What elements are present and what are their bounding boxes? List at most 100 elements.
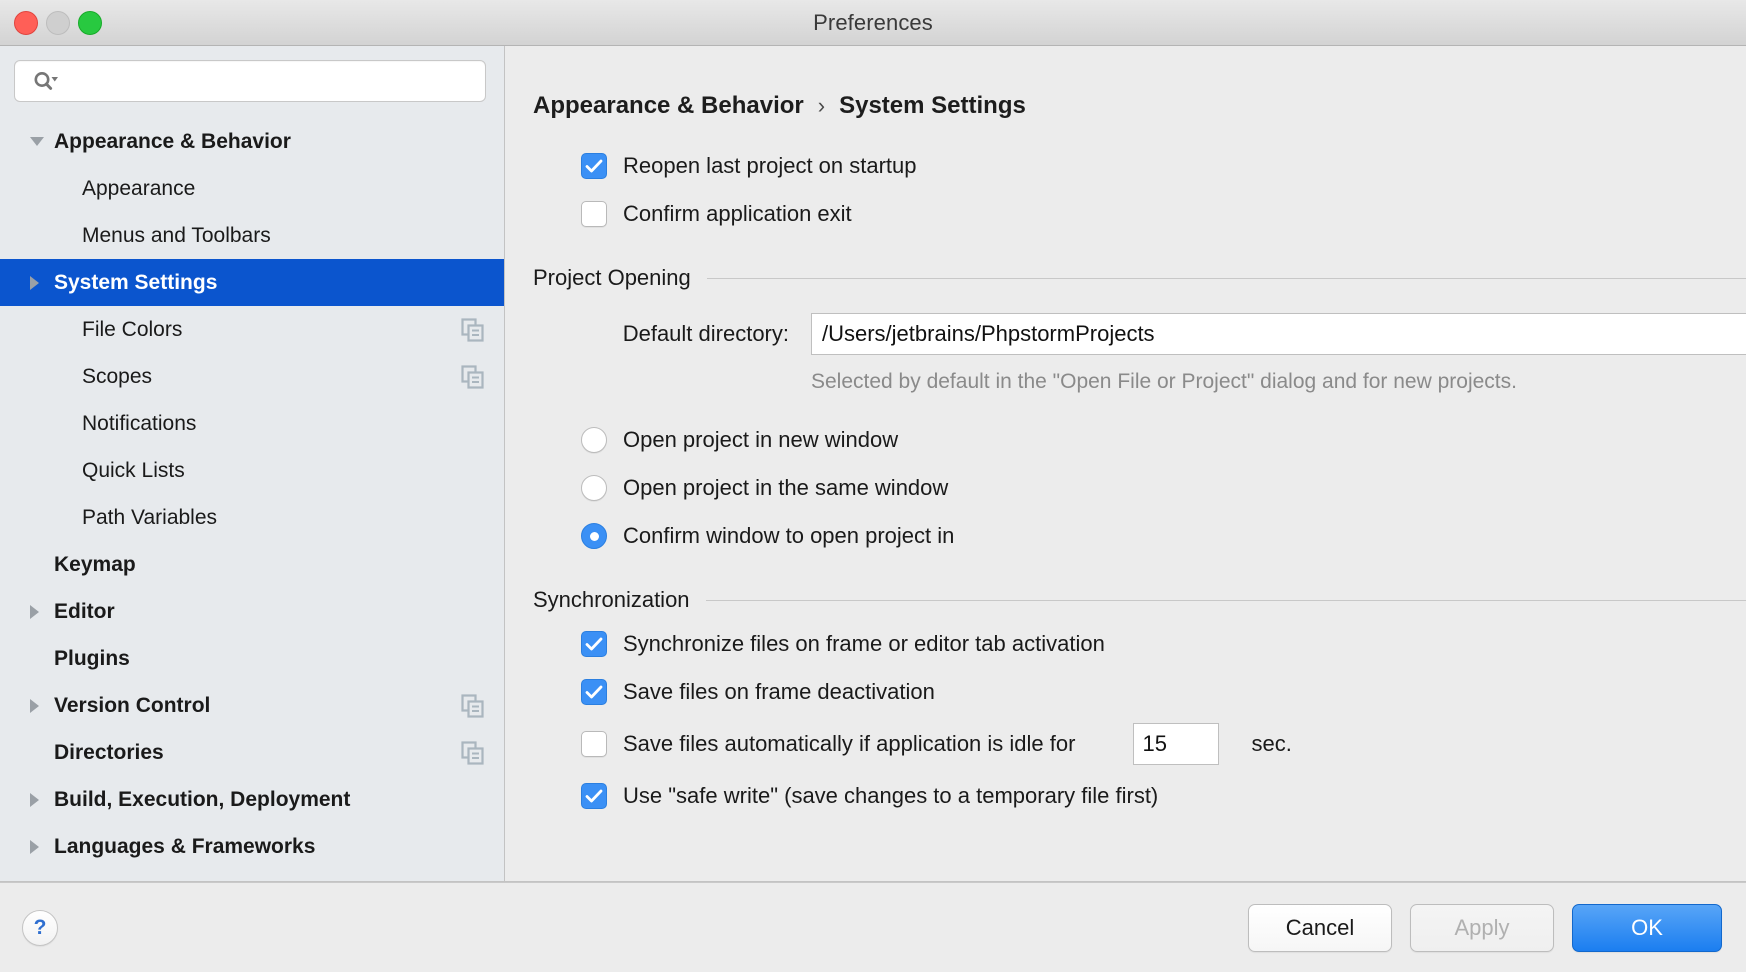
copy-settings-icon[interactable] — [460, 693, 486, 719]
synchronize-files-label: Synchronize files on frame or editor tab… — [623, 631, 1105, 657]
radio-row-confirm-window[interactable]: Confirm window to open project in — [505, 512, 1746, 560]
cancel-button[interactable]: Cancel — [1248, 904, 1392, 952]
synchronize-files-checkbox[interactable] — [581, 631, 607, 657]
sidebar-item-directories[interactable]: Directories — [0, 729, 504, 776]
chevron-down-icon[interactable] — [22, 137, 52, 146]
search-icon — [33, 71, 59, 91]
open-in-new-window-label: Open project in new window — [623, 427, 898, 453]
sidebar-item-scopes[interactable]: Scopes — [0, 353, 504, 400]
confirm-application-exit-checkbox[interactable] — [581, 201, 607, 227]
checkbox-row-confirm-application-exit[interactable]: Confirm application exit — [505, 190, 1746, 238]
group-divider — [707, 278, 1746, 279]
sidebar-item-label: Menus and Toolbars — [82, 224, 271, 248]
save-automatically-label: Save files automatically if application … — [623, 731, 1075, 757]
maximize-window-icon[interactable] — [78, 11, 102, 35]
breadcrumb-parent[interactable]: Appearance & Behavior — [533, 92, 804, 120]
apply-button[interactable]: Apply — [1410, 904, 1554, 952]
project-opening-radio-group: Open project in new window Open project … — [505, 416, 1746, 560]
footer-button-group: Cancel Apply OK — [1248, 904, 1722, 952]
copy-settings-icon[interactable] — [460, 317, 486, 343]
sidebar-item-label: File Colors — [82, 318, 182, 342]
window-body: Appearance & Behavior Appearance Menus a… — [0, 46, 1746, 882]
sidebar-item-quick-lists[interactable]: Quick Lists — [0, 447, 504, 494]
open-in-same-window-label: Open project in the same window — [623, 475, 948, 501]
save-automatically-checkbox[interactable] — [581, 731, 607, 757]
chevron-right-icon[interactable] — [22, 699, 52, 713]
save-on-frame-deactivation-checkbox[interactable] — [581, 679, 607, 705]
safe-write-label: Use "safe write" (save changes to a temp… — [623, 783, 1158, 809]
sidebar-item-path-variables[interactable]: Path Variables — [0, 494, 504, 541]
seconds-unit-label: sec. — [1251, 731, 1291, 757]
sidebar-item-label: Path Variables — [82, 506, 217, 530]
ok-button[interactable]: OK — [1572, 904, 1722, 952]
sidebar-item-label: Plugins — [54, 647, 130, 671]
synchronization-group-header: Synchronization — [505, 580, 1746, 620]
synchronization-title: Synchronization — [533, 587, 690, 613]
breadcrumb-current: System Settings — [839, 92, 1026, 120]
group-divider — [706, 600, 1746, 601]
window-title: Preferences — [813, 10, 933, 36]
breadcrumb-separator-icon: › — [818, 93, 825, 119]
title-bar: Preferences — [0, 0, 1746, 46]
open-in-same-window-radio[interactable] — [581, 475, 607, 501]
preferences-window: Preferences — [0, 0, 1746, 972]
checkbox-row-save-automatically[interactable]: Save files automatically if application … — [505, 716, 1746, 772]
sidebar-item-file-colors[interactable]: File Colors — [0, 306, 504, 353]
chevron-right-icon[interactable] — [22, 605, 52, 619]
sidebar-item-plugins[interactable]: Plugins — [0, 635, 504, 682]
sidebar-item-keymap[interactable]: Keymap — [0, 541, 504, 588]
radio-row-open-in-same-window[interactable]: Open project in the same window — [505, 464, 1746, 512]
chevron-right-icon[interactable] — [22, 793, 52, 807]
chevron-right-icon[interactable] — [22, 840, 52, 854]
project-opening-group-header: Project Opening — [505, 258, 1746, 298]
sidebar-item-build-execution-deployment[interactable]: Build, Execution, Deployment — [0, 776, 504, 823]
traffic-lights — [14, 11, 102, 35]
search-input[interactable] — [65, 70, 475, 92]
sidebar-item-label: Appearance & Behavior — [54, 130, 291, 154]
sidebar-item-label: Keymap — [54, 553, 136, 577]
sidebar-item-label: Languages & Frameworks — [54, 835, 315, 859]
sidebar-item-menus-and-toolbars[interactable]: Menus and Toolbars — [0, 212, 504, 259]
reopen-last-project-label: Reopen last project on startup — [623, 153, 917, 179]
minimize-window-icon[interactable] — [46, 11, 70, 35]
breadcrumb: Appearance & Behavior › System Settings — [505, 46, 1746, 120]
save-on-frame-deactivation-label: Save files on frame deactivation — [623, 679, 935, 705]
sidebar-item-label: Version Control — [54, 694, 210, 718]
close-window-icon[interactable] — [14, 11, 38, 35]
project-opening-title: Project Opening — [533, 265, 691, 291]
safe-write-checkbox[interactable] — [581, 783, 607, 809]
confirm-application-exit-label: Confirm application exit — [623, 201, 852, 227]
sidebar-item-label: Appearance — [82, 177, 195, 201]
sidebar-item-appearance[interactable]: Appearance — [0, 165, 504, 212]
copy-settings-icon[interactable] — [460, 364, 486, 390]
sidebar-item-appearance-and-behavior[interactable]: Appearance & Behavior — [0, 118, 504, 165]
sidebar-item-label: Build, Execution, Deployment — [54, 788, 350, 812]
checkbox-row-save-on-frame-deactivation[interactable]: Save files on frame deactivation — [505, 668, 1746, 716]
default-directory-hint: Selected by default in the "Open File or… — [505, 370, 1746, 394]
idle-seconds-input[interactable] — [1133, 723, 1219, 765]
sidebar-item-label: System Settings — [54, 271, 217, 295]
search-container — [0, 46, 504, 112]
sidebar-item-system-settings[interactable]: System Settings — [0, 259, 504, 306]
radio-row-open-in-new-window[interactable]: Open project in new window — [505, 416, 1746, 464]
sidebar-item-editor[interactable]: Editor — [0, 588, 504, 635]
sidebar-item-version-control[interactable]: Version Control — [0, 682, 504, 729]
sidebar-item-notifications[interactable]: Notifications — [0, 400, 504, 447]
help-button[interactable]: ? — [22, 910, 58, 946]
search-field[interactable] — [14, 60, 486, 102]
open-in-new-window-radio[interactable] — [581, 427, 607, 453]
sidebar-item-label: Notifications — [82, 412, 196, 436]
sidebar-item-languages-and-frameworks[interactable]: Languages & Frameworks — [0, 823, 504, 870]
checkbox-row-safe-write[interactable]: Use "safe write" (save changes to a temp… — [505, 772, 1746, 820]
checkbox-row-reopen-last-project[interactable]: Reopen last project on startup — [505, 142, 1746, 190]
default-directory-input[interactable] — [811, 313, 1746, 355]
chevron-right-icon[interactable] — [22, 276, 52, 290]
checkbox-row-synchronize-files[interactable]: Synchronize files on frame or editor tab… — [505, 620, 1746, 668]
copy-settings-icon[interactable] — [460, 740, 486, 766]
settings-tree: Appearance & Behavior Appearance Menus a… — [0, 112, 504, 881]
confirm-window-radio[interactable] — [581, 523, 607, 549]
sidebar-item-label: Directories — [54, 741, 164, 765]
sidebar-item-label: Quick Lists — [82, 459, 185, 483]
system-settings-panel: Reopen last project on startup Confirm a… — [505, 120, 1746, 820]
reopen-last-project-checkbox[interactable] — [581, 153, 607, 179]
